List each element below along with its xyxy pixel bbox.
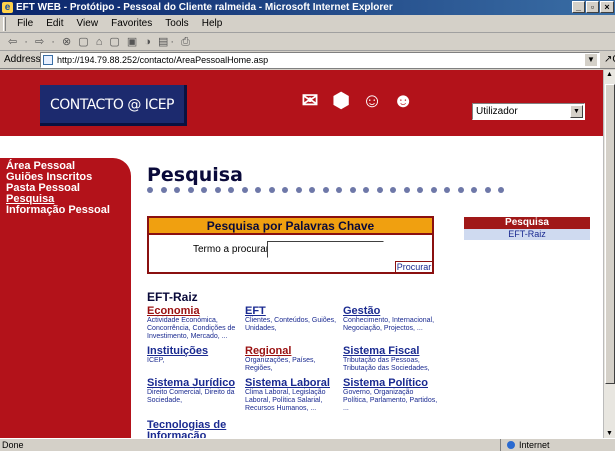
menu-edit[interactable]: Edit: [41, 15, 68, 33]
section-title: EFT-Raiz: [147, 290, 198, 304]
category-item: Sistema Político Governo, Organização Po…: [343, 378, 439, 413]
menu-file[interactable]: File: [12, 15, 38, 33]
title-bar: e EFT WEB - Protótipo - Pessoal do Clien…: [0, 0, 615, 15]
toolbar-grip: [3, 17, 6, 31]
category-item: Instituições ICEP,: [147, 346, 243, 365]
user-select[interactable]: Utilizador ▼: [472, 103, 585, 120]
browser-window: e EFT WEB - Protótipo - Pessoal do Clien…: [0, 0, 615, 451]
category-item: Sistema Jurídico Direito Comercial, Dire…: [147, 378, 243, 405]
menu-tools[interactable]: Tools: [160, 15, 193, 33]
category-link[interactable]: Sistema Jurídico: [147, 378, 243, 389]
scroll-thumb[interactable]: [605, 84, 615, 384]
go-button[interactable]: ↗Go: [604, 54, 615, 65]
category-item: Regional Organizações, Países, Regiões,: [245, 346, 341, 373]
category-item: Sistema Fiscal Tributação das Pessoas, T…: [343, 346, 439, 373]
category-link[interactable]: Gestão: [343, 306, 439, 317]
person-announce-icon[interactable]: ☻: [389, 90, 417, 112]
category-item: Sistema Laboral Clima Laboral, Legislaçã…: [245, 378, 341, 413]
person-icon[interactable]: ☺: [358, 90, 386, 112]
category-desc: Actividade Económica, Concorrência, Cond…: [147, 317, 236, 340]
category-link[interactable]: EFT: [245, 306, 341, 317]
category-desc: Organizações, Países, Regiões,: [245, 357, 316, 372]
menu-view[interactable]: View: [72, 15, 104, 33]
address-dropdown-icon[interactable]: ▼: [585, 54, 597, 66]
close-button[interactable]: ×: [600, 1, 614, 13]
page-icon: [43, 55, 53, 65]
category-item: Economia Actividade Económica, Concorrên…: [147, 306, 243, 341]
page-viewport: CONTACTO @ ICEP ✉ ⬢ ☺ ☻ Utilizador ▼ Áre…: [0, 70, 603, 438]
category-desc: Tributação das Pessoas, Tributação das S…: [343, 357, 430, 372]
category-link[interactable]: Sistema Laboral: [245, 378, 341, 389]
category-link[interactable]: Tecnologias de Informação: [147, 420, 243, 439]
category-desc: Conhecimento, Internacional, Negociação,…: [343, 317, 435, 332]
search-term-label: Termo a procurar:: [193, 244, 272, 255]
category-link[interactable]: Economia: [147, 306, 243, 317]
side-panel-title: Pesquisa: [464, 217, 590, 229]
zone-label: Internet: [519, 440, 550, 450]
category-link[interactable]: Regional: [245, 346, 341, 357]
category-link[interactable]: Instituições: [147, 346, 243, 357]
category-desc: Clientes, Conteúdos, Guiões, Unidades,: [245, 317, 337, 332]
search-input[interactable]: [267, 241, 384, 258]
address-input[interactable]: http://194.79.88.252/contacto/AreaPessoa…: [40, 52, 600, 68]
category-desc: Direito Comercial, Direito da Sociedade,: [147, 389, 235, 404]
search-side-panel: Pesquisa EFT-Raiz: [464, 217, 590, 240]
mail-icon[interactable]: ✉: [296, 90, 324, 112]
security-zone: Internet: [500, 439, 615, 451]
user-select-value: Utilizador: [476, 106, 518, 117]
chevron-down-icon[interactable]: ▼: [570, 105, 583, 118]
category-desc: ICEP,: [147, 357, 165, 364]
status-bar: Done Internet: [0, 438, 615, 451]
address-bar: Address http://194.79.88.252/contacto/Ar…: [0, 51, 615, 69]
left-nav: Área Pessoal Guiões Inscritos Pasta Pess…: [0, 158, 131, 438]
status-text: Done: [2, 440, 24, 450]
menu-bar: File Edit View Favorites Tools Help: [0, 15, 615, 33]
scroll-up-icon[interactable]: ▲: [606, 71, 613, 78]
page-title: Pesquisa: [147, 164, 243, 186]
globe-icon: [507, 441, 515, 449]
category-item: Gestão Conhecimento, Internacional, Nego…: [343, 306, 439, 333]
category-link[interactable]: Sistema Político: [343, 378, 439, 389]
window-title: EFT WEB - Protótipo - Pessoal do Cliente…: [16, 2, 393, 13]
scroll-down-icon[interactable]: ▼: [606, 430, 613, 437]
keyword-search-box: Pesquisa por Palavras Chave Termo a proc…: [147, 216, 434, 274]
site-logo[interactable]: CONTACTO @ ICEP: [40, 85, 187, 126]
dot-divider: [147, 187, 547, 195]
address-url: http://194.79.88.252/contacto/AreaPessoa…: [57, 55, 269, 65]
category-item: EFT Clientes, Conteúdos, Guiões, Unidade…: [245, 306, 341, 333]
menu-favorites[interactable]: Favorites: [106, 15, 157, 33]
ie-logo-icon: e: [2, 2, 13, 13]
header-icons: ✉ ⬢ ☺ ☻: [296, 90, 426, 114]
standard-toolbar[interactable]: ⇦ · ⇨ · ⊗ ▢ ⌂ ▢ ▣ ◑ ▤· ⎙: [0, 34, 615, 51]
maximize-button[interactable]: ▫: [586, 1, 599, 13]
search-box-header: Pesquisa por Palavras Chave: [149, 218, 432, 235]
category-link[interactable]: Sistema Fiscal: [343, 346, 439, 357]
nav-informacao-pessoal[interactable]: Informação Pessoal: [0, 205, 131, 216]
menu-help[interactable]: Help: [197, 15, 228, 33]
package-icon[interactable]: ⬢: [327, 90, 355, 112]
side-panel-item[interactable]: EFT-Raiz: [464, 229, 590, 240]
address-label: Address: [4, 54, 41, 65]
search-button[interactable]: Procurar: [395, 261, 433, 273]
category-desc: Clima Laboral, Legislação Laboral, Polít…: [245, 389, 326, 412]
category-item: Tecnologias de Informação: [147, 420, 243, 439]
minimize-button[interactable]: _: [572, 1, 585, 13]
category-desc: Governo, Organização Política, Parlament…: [343, 389, 438, 412]
vertical-scrollbar[interactable]: ▲ ▼: [603, 70, 615, 438]
site-header: CONTACTO @ ICEP ✉ ⬢ ☺ ☻ Utilizador ▼: [0, 70, 603, 140]
